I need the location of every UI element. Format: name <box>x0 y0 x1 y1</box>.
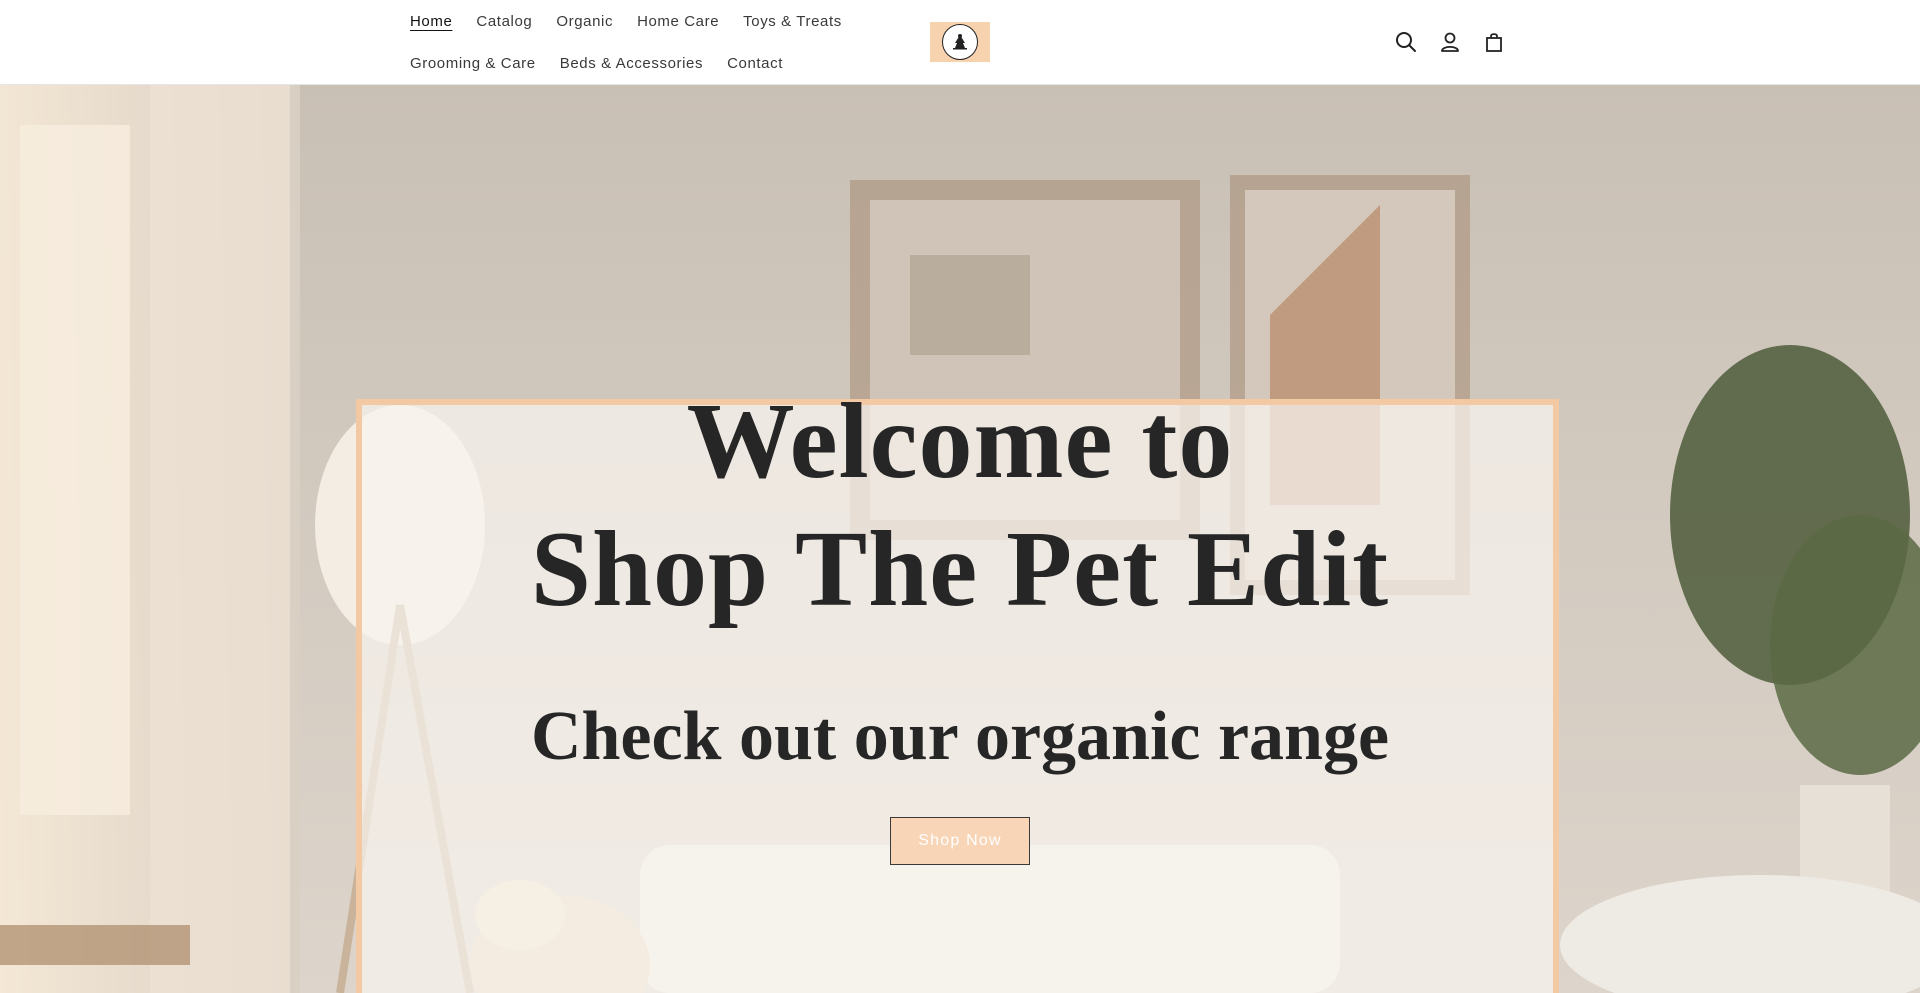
pet-silhouette-icon <box>953 34 967 50</box>
hero-title-line-2: Shop The Pet Edit <box>530 510 1390 629</box>
site-logo[interactable] <box>930 22 990 62</box>
nav-link-grooming-care[interactable]: Grooming & Care <box>410 55 536 72</box>
nav-row-primary: Home Catalog Organic Home Care Toys & Tr… <box>410 0 930 42</box>
nav-link-organic[interactable]: Organic <box>556 13 613 30</box>
nav-row-secondary: Grooming & Care Beds & Accessories Conta… <box>410 42 930 84</box>
hero-subtitle: Check out our organic range <box>530 698 1390 775</box>
search-icon[interactable] <box>1390 26 1422 58</box>
nav-link-home-care[interactable]: Home Care <box>637 13 719 30</box>
nav-link-home[interactable]: Home <box>410 13 452 30</box>
shop-now-button[interactable]: Shop Now <box>890 817 1030 865</box>
main-navigation: Home Catalog Organic Home Care Toys & Tr… <box>410 0 930 84</box>
nav-link-toys-treats[interactable]: Toys & Treats <box>743 13 842 30</box>
nav-link-catalog[interactable]: Catalog <box>476 13 532 30</box>
logo-emblem <box>942 24 978 60</box>
nav-link-beds-accessories[interactable]: Beds & Accessories <box>560 55 703 72</box>
cart-icon[interactable] <box>1478 26 1510 58</box>
hero-title: Welcome to Shop The Pet Edit <box>0 378 1920 634</box>
hero-title-line-1: Welcome to <box>686 382 1234 501</box>
header-actions <box>1390 26 1522 58</box>
account-icon[interactable] <box>1434 26 1466 58</box>
site-header: Home Catalog Organic Home Care Toys & Tr… <box>0 0 1920 85</box>
nav-link-contact[interactable]: Contact <box>727 55 783 72</box>
